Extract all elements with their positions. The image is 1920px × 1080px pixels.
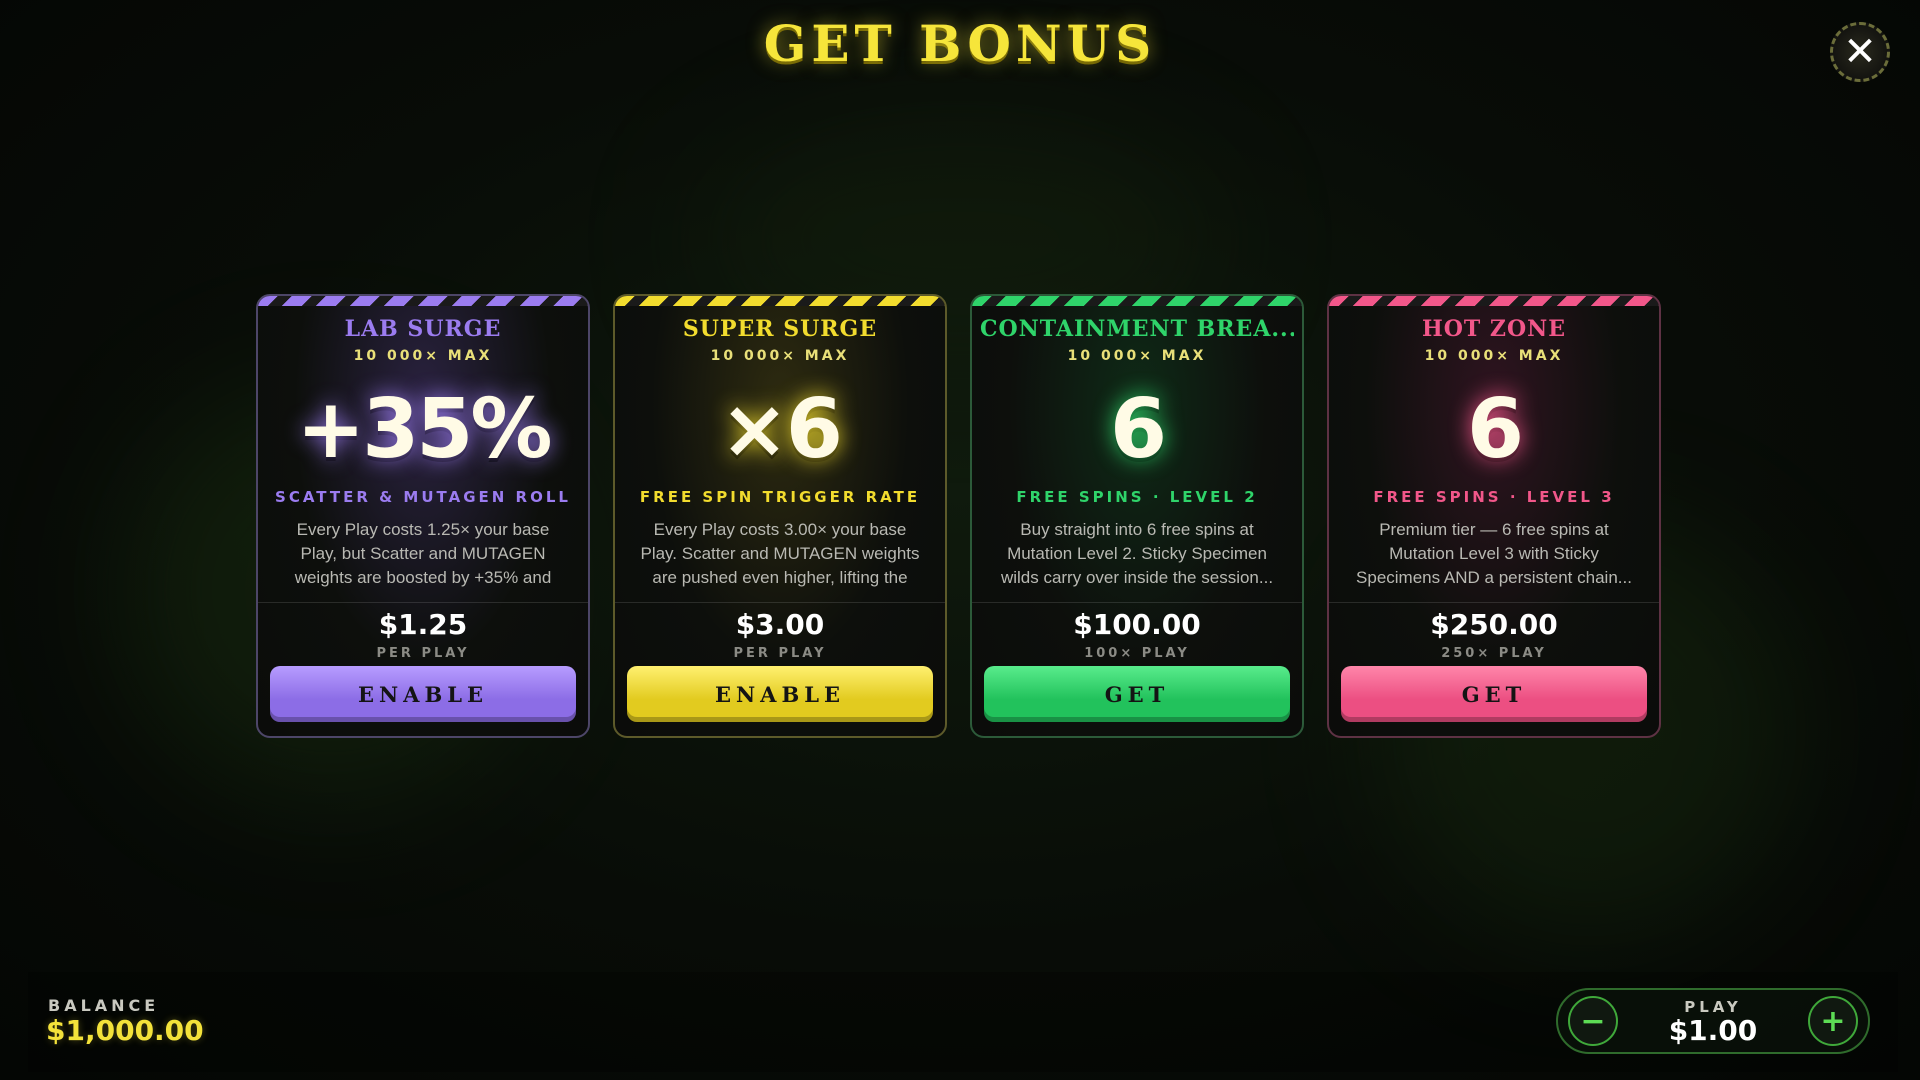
get-button[interactable]: GET bbox=[984, 666, 1290, 722]
card-description: Premium tier — 6 free spins at Mutation … bbox=[1356, 520, 1632, 587]
card-price-unit: 100× PLAY bbox=[1084, 646, 1190, 661]
card-big-value: 6 bbox=[1109, 382, 1167, 477]
card-price: $1.25 bbox=[378, 608, 468, 641]
bonus-card-containment-breach: CONTAINMENT BREA... 10 000× MAX 6 FREE S… bbox=[970, 294, 1304, 738]
play-amount-control: − PLAY $1.00 + bbox=[1556, 988, 1870, 1054]
balance-label: BALANCE bbox=[48, 996, 160, 1015]
card-subtitle: FREE SPINS · LEVEL 3 bbox=[1373, 488, 1615, 506]
enable-button[interactable]: ENABLE bbox=[627, 666, 933, 722]
hazard-stripe bbox=[258, 296, 588, 306]
hazard-stripe bbox=[972, 296, 1302, 306]
card-title: SUPER SURGE bbox=[682, 316, 878, 342]
bonus-cards: LAB SURGE 10 000× MAX +35% SCATTER & MUT… bbox=[256, 294, 1664, 738]
card-divider bbox=[1329, 602, 1659, 603]
card-price: $100.00 bbox=[1073, 608, 1201, 641]
get-button[interactable]: GET bbox=[1341, 666, 1647, 722]
card-big-value: +35% bbox=[296, 382, 553, 477]
card-description: Buy straight into 6 free spins at Mutati… bbox=[1000, 520, 1274, 587]
card-max: 10 000× MAX bbox=[353, 348, 493, 364]
card-subtitle: FREE SPINS · LEVEL 2 bbox=[1016, 488, 1258, 506]
increase-play-button[interactable]: + bbox=[1808, 996, 1858, 1046]
hazard-stripe bbox=[1329, 296, 1659, 306]
card-title: LAB SURGE bbox=[344, 316, 502, 342]
card-big-value: ×6 bbox=[720, 382, 843, 477]
bonus-card-super-surge: SUPER SURGE 10 000× MAX ×6 FREE SPIN TRI… bbox=[613, 294, 947, 738]
card-subtitle: FREE SPIN TRIGGER RATE bbox=[639, 488, 921, 506]
plus-icon: + bbox=[1820, 1003, 1846, 1039]
card-price-unit: PER PLAY bbox=[733, 646, 827, 661]
card-big-value: 6 bbox=[1466, 382, 1524, 477]
card-max: 10 000× MAX bbox=[710, 348, 850, 364]
balance-value: $1,000.00 bbox=[46, 1014, 204, 1047]
close-icon: ✕ bbox=[1843, 29, 1877, 75]
card-divider bbox=[615, 602, 945, 603]
card-divider bbox=[972, 602, 1302, 603]
card-subtitle: SCATTER & MUTAGEN ROLL bbox=[275, 488, 571, 506]
card-description: Every Play costs 1.25× your base Play, b… bbox=[294, 520, 552, 587]
close-button[interactable]: ✕ bbox=[1830, 22, 1890, 82]
card-title: HOT ZONE bbox=[1421, 316, 1567, 342]
card-max: 10 000× MAX bbox=[1424, 348, 1564, 364]
hazard-stripe bbox=[615, 296, 945, 306]
card-divider bbox=[258, 602, 588, 603]
card-description: Every Play costs 3.00× your base Play. S… bbox=[640, 520, 920, 587]
page-title: GET BONUS bbox=[763, 14, 1157, 73]
bonus-card-lab-surge: LAB SURGE 10 000× MAX +35% SCATTER & MUT… bbox=[256, 294, 590, 738]
card-price: $3.00 bbox=[735, 608, 825, 641]
card-price-unit: 250× PLAY bbox=[1441, 646, 1547, 661]
bonus-card-hot-zone: HOT ZONE 10 000× MAX 6 FREE SPINS · LEVE… bbox=[1327, 294, 1661, 738]
card-title: CONTAINMENT BREA... bbox=[980, 316, 1294, 342]
card-max: 10 000× MAX bbox=[1067, 348, 1207, 364]
card-price: $250.00 bbox=[1430, 608, 1558, 641]
enable-button[interactable]: ENABLE bbox=[270, 666, 576, 722]
card-price-unit: PER PLAY bbox=[376, 646, 470, 661]
